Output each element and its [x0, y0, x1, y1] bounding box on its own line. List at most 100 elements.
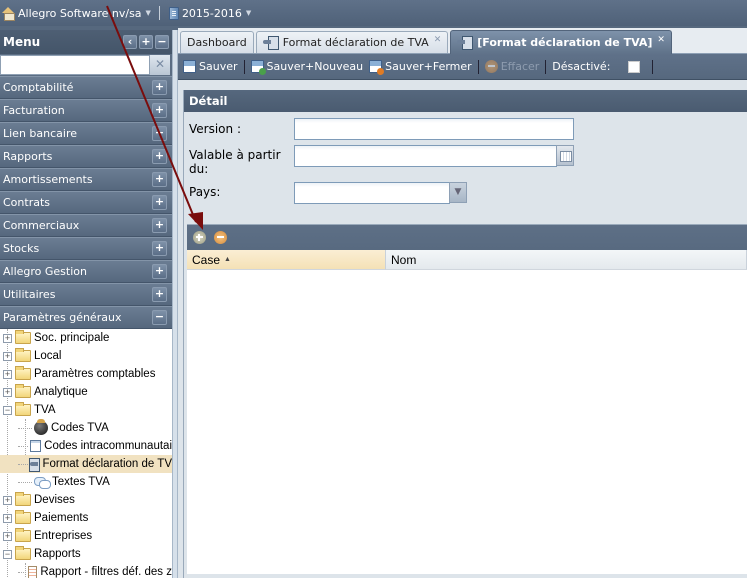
expand-icon[interactable]: +: [152, 149, 167, 164]
close-icon[interactable]: ✕: [657, 35, 665, 45]
tree-item-label: Codes intracommunautai: [44, 440, 172, 452]
menu-search: ✕: [0, 54, 172, 76]
tree-item[interactable]: + Paramètres comptables: [0, 365, 172, 383]
valid-from-label: Valable à partir du:: [189, 148, 281, 176]
expand-icon[interactable]: +: [152, 103, 167, 118]
expand-icon[interactable]: +: [152, 241, 167, 256]
fiscal-year: 2015-2016: [181, 6, 242, 20]
company-selector[interactable]: Allegro Software nv/sa ▼: [2, 6, 151, 21]
menu-section-label: Rapports: [3, 150, 53, 163]
tree-item[interactable]: − Rapports: [0, 545, 172, 563]
expand-node-icon[interactable]: +: [3, 387, 12, 397]
chevron-down-icon[interactable]: ▼: [449, 182, 467, 203]
tree-item[interactable]: − TVA: [0, 401, 172, 419]
erase-button[interactable]: Effacer: [484, 60, 539, 73]
save-new-icon: [250, 60, 266, 75]
menu-section[interactable]: Comptabilité +: [0, 76, 172, 99]
expand-node-icon[interactable]: +: [3, 495, 12, 505]
disabled-checkbox[interactable]: [628, 60, 641, 73]
erase-icon: [484, 60, 498, 73]
collapse-panel-button[interactable]: ‹: [123, 35, 137, 49]
divider: [243, 59, 245, 74]
version-input[interactable]: [294, 118, 574, 140]
version-label: Version :: [189, 122, 241, 136]
save-close-button[interactable]: Sauver+Fermer: [369, 60, 472, 75]
menu-section[interactable]: Utilitaires +: [0, 283, 172, 306]
expand-icon[interactable]: +: [152, 195, 167, 210]
folder-open-icon: [15, 402, 31, 416]
detail-title: Détail: [184, 90, 747, 112]
menu-section[interactable]: Paramètres généraux −: [0, 306, 172, 329]
tree-item-label: Analytique: [34, 386, 88, 398]
menu-section-label: Allegro Gestion: [3, 265, 87, 278]
collapse-all-button[interactable]: −: [155, 35, 169, 49]
country-select[interactable]: [294, 182, 450, 204]
divider: [545, 59, 547, 74]
tab-format-declaration-new[interactable]: [Format déclaration de TVA] ✕: [450, 30, 672, 54]
column-label: Case: [192, 252, 221, 267]
tree-item[interactable]: Codes intracommunautai: [0, 437, 172, 455]
expand-icon[interactable]: +: [152, 218, 167, 233]
clear-search-icon[interactable]: ✕: [150, 55, 170, 75]
calendar-icon[interactable]: [556, 145, 574, 166]
tree-item[interactable]: + Paiements: [0, 509, 172, 527]
tree-item[interactable]: + Local: [0, 347, 172, 365]
format-icon: [29, 457, 41, 472]
main-panel: Dashboard Format déclaration de TVA ✕ [F…: [178, 28, 747, 578]
save-new-button[interactable]: Sauver+Nouveau: [250, 60, 363, 75]
tree-item-label: Devises: [34, 494, 75, 506]
tree-item-label: Entreprises: [34, 530, 93, 542]
fiscal-year-selector[interactable]: 2015-2016 ▼: [168, 6, 251, 20]
expand-node-icon[interactable]: +: [3, 351, 12, 361]
collapse-icon[interactable]: −: [152, 310, 167, 325]
close-icon[interactable]: ✕: [434, 35, 442, 45]
column-header-nom[interactable]: Nom: [386, 250, 747, 270]
menu-section[interactable]: Lien bancaire −: [0, 122, 172, 145]
tab-dashboard[interactable]: Dashboard: [180, 31, 254, 53]
chevron-down-icon: ▼: [145, 9, 151, 17]
menu-tree: + Soc. principale + Local + Paramètres compta…: [0, 329, 172, 578]
tree-item[interactable]: + Devises: [0, 491, 172, 509]
tree-item-label: Soc. principale: [34, 332, 110, 344]
tree-item[interactable]: Format déclaration de TV: [0, 455, 172, 473]
tree-item[interactable]: Rapport - filtres déf. des z: [0, 563, 172, 578]
speech-bubbles-icon: [34, 476, 51, 489]
save-button[interactable]: Sauver: [183, 60, 238, 73]
add-row-icon[interactable]: [193, 231, 206, 244]
tree-item[interactable]: Textes TVA: [0, 473, 172, 491]
menu-section[interactable]: Stocks +: [0, 237, 172, 260]
valid-from-date-input[interactable]: [294, 145, 557, 167]
tree-item[interactable]: Codes TVA: [0, 419, 172, 437]
column-header-case[interactable]: Case ▲: [187, 250, 386, 270]
tree-item[interactable]: + Analytique: [0, 383, 172, 401]
expand-node-icon[interactable]: +: [3, 369, 12, 379]
menu-search-input[interactable]: [0, 55, 150, 75]
collapse-node-icon[interactable]: −: [3, 405, 12, 415]
expand-node-icon[interactable]: +: [3, 333, 12, 343]
menu-section[interactable]: Rapports +: [0, 145, 172, 168]
expand-icon[interactable]: +: [152, 172, 167, 187]
menu-section[interactable]: Facturation +: [0, 99, 172, 122]
tab-format-declaration[interactable]: Format déclaration de TVA ✕: [255, 31, 449, 53]
tree-item[interactable]: + Soc. principale: [0, 329, 172, 347]
menu-section[interactable]: Contrats +: [0, 191, 172, 214]
grid-header: Case ▲ Nom: [187, 250, 747, 270]
menu-section-label: Lien bancaire: [3, 127, 78, 140]
tree-item[interactable]: + Entreprises: [0, 527, 172, 545]
menu-section[interactable]: Amortissements +: [0, 168, 172, 191]
remove-row-icon[interactable]: [214, 231, 227, 244]
company-name: Allegro Software nv/sa: [18, 6, 142, 20]
expand-node-icon[interactable]: +: [3, 513, 12, 523]
collapse-node-icon[interactable]: −: [3, 549, 12, 559]
menu-section-label: Facturation: [3, 104, 65, 117]
valid-from-label-line2: du:: [189, 162, 209, 176]
menu-section[interactable]: Commerciaux +: [0, 214, 172, 237]
expand-node-icon[interactable]: +: [3, 531, 12, 541]
menu-section[interactable]: Allegro Gestion +: [0, 260, 172, 283]
sort-ascending-icon: ▲: [224, 256, 231, 263]
expand-icon[interactable]: +: [152, 80, 167, 95]
expand-icon[interactable]: +: [152, 264, 167, 279]
expand-icon[interactable]: +: [152, 287, 167, 302]
expand-all-button[interactable]: +: [139, 35, 153, 49]
collapse-icon[interactable]: −: [152, 126, 167, 141]
